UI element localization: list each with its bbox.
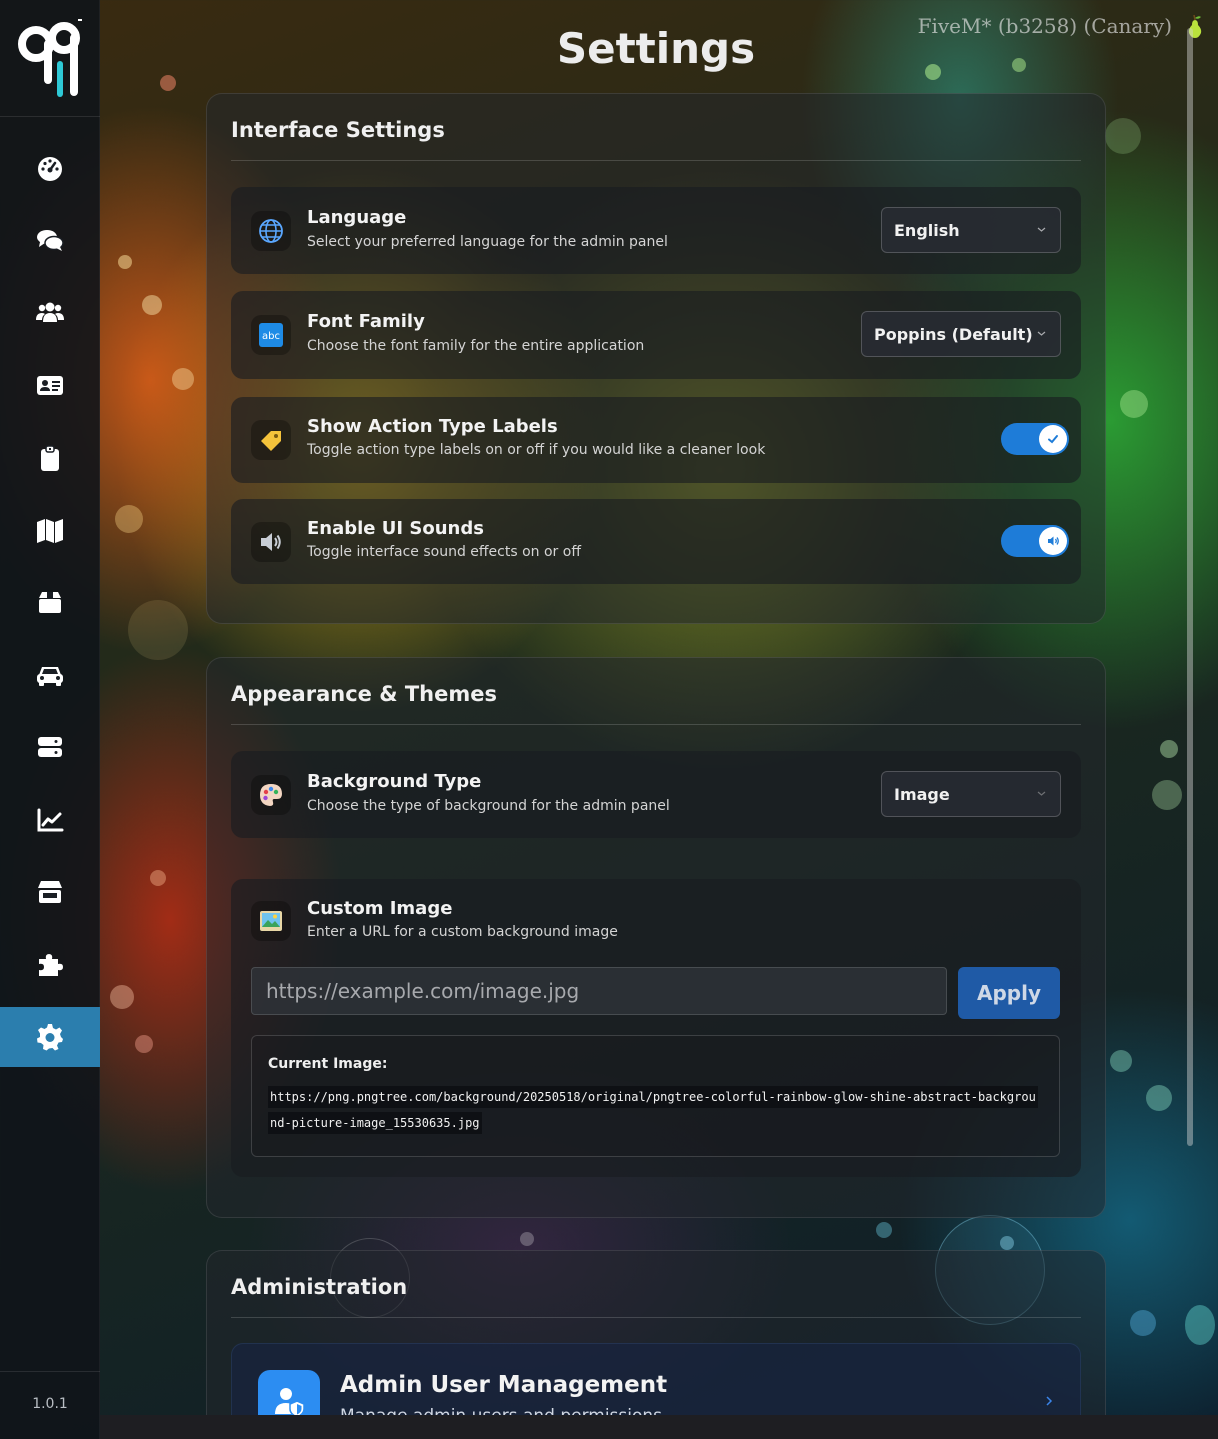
users-icon	[36, 302, 64, 322]
server-icon	[38, 737, 62, 757]
admin-user-management-title: Admin User Management	[340, 1372, 668, 1398]
action-labels-toggle[interactable]	[1001, 423, 1069, 455]
sidebar-item-inventory[interactable]	[0, 572, 100, 632]
sidebar: 1.0.1	[0, 0, 100, 1439]
sidebar-divider	[0, 116, 100, 117]
action-labels-setting-row: Show Action Type Labels Toggle action ty…	[231, 397, 1081, 483]
current-image-url-text: https://png.pngtree.com/background/20250…	[268, 1086, 1038, 1134]
page-title: Settings	[556, 24, 756, 73]
administration-panel: Administration Admin User Management Man…	[206, 1250, 1106, 1439]
tag-icon	[251, 420, 291, 460]
car-icon	[37, 667, 63, 686]
background-type-title: Background Type	[307, 771, 482, 792]
sidebar-item-plugins[interactable]	[0, 935, 100, 995]
sidebar-item-identity[interactable]	[0, 355, 100, 415]
panel-separator	[231, 160, 1081, 161]
ui-sounds-title: Enable UI Sounds	[307, 518, 484, 539]
action-labels-title: Show Action Type Labels	[307, 416, 558, 437]
app-logo[interactable]	[18, 18, 82, 98]
background-type-description: Choose the type of background for the ad…	[307, 798, 670, 814]
font-family-select-value: Poppins (Default)	[874, 324, 1033, 344]
clipboard-icon	[41, 445, 59, 471]
custom-image-url-input[interactable]	[251, 967, 947, 1015]
appearance-themes-panel: Appearance & Themes Background Type Choo…	[206, 657, 1106, 1218]
chart-line-icon	[37, 808, 64, 832]
language-title: Language	[307, 207, 407, 228]
font-family-description: Choose the font family for the entire ap…	[307, 338, 645, 354]
dashboard-icon	[38, 157, 62, 181]
background-type-setting-row: Background Type Choose the type of backg…	[231, 751, 1081, 838]
sidebar-bottom-divider	[0, 1371, 100, 1372]
font-family-select[interactable]: Poppins (Default)	[861, 311, 1061, 357]
language-description: Select your preferred language for the a…	[307, 234, 668, 250]
background-type-select-value: Image	[894, 784, 950, 804]
chat-icon	[37, 230, 64, 251]
chevron-down-icon	[1037, 791, 1046, 796]
chevron-down-icon	[1037, 227, 1046, 232]
image-icon	[251, 901, 291, 941]
ui-sounds-toggle[interactable]	[1001, 525, 1069, 557]
chevron-right-icon	[1046, 1396, 1053, 1406]
scrollbar[interactable]	[1187, 28, 1193, 1146]
language-select-value: English	[894, 220, 960, 240]
current-image-box: Current Image: https://png.pngtree.com/b…	[251, 1035, 1060, 1157]
sidebar-item-server[interactable]	[0, 717, 100, 777]
viewport-bottom-edge	[100, 1415, 1218, 1439]
background-type-select[interactable]: Image	[881, 771, 1061, 817]
chevron-down-icon	[1037, 331, 1046, 336]
speaker-icon	[251, 522, 291, 562]
language-setting-row: Language Select your preferred language …	[231, 187, 1081, 274]
panel-separator	[231, 1317, 1081, 1318]
map-icon	[37, 519, 63, 543]
puzzle-icon	[39, 954, 63, 976]
apply-image-button[interactable]: Apply	[958, 967, 1060, 1019]
id-card-icon	[37, 376, 63, 395]
check-icon	[1048, 435, 1058, 444]
custom-image-title: Custom Image	[307, 898, 453, 919]
sidebar-item-map[interactable]	[0, 500, 100, 560]
administration-title: Administration	[231, 1275, 408, 1299]
sidebar-item-players[interactable]	[0, 282, 100, 342]
custom-image-setting-row: Custom Image Enter a URL for a custom ba…	[231, 879, 1081, 1177]
svg-text:abc: abc	[262, 331, 280, 342]
panel-separator	[231, 724, 1081, 725]
current-image-label: Current Image:	[268, 1056, 388, 1072]
globe-icon	[251, 211, 291, 251]
interface-settings-panel: Interface Settings Language Select your …	[206, 93, 1106, 624]
ui-sounds-description: Toggle interface sound effects on or off	[307, 544, 581, 560]
font-family-setting-row: abc Font Family Choose the font family f…	[231, 291, 1081, 379]
palette-icon	[251, 775, 291, 815]
current-image-url: https://png.pngtree.com/background/20250…	[268, 1084, 1038, 1136]
sidebar-item-statistics[interactable]	[0, 790, 100, 850]
action-labels-description: Toggle action type labels on or off if y…	[307, 442, 766, 458]
font-abc-icon: abc	[251, 315, 291, 355]
app-version: 1.0.1	[32, 1396, 68, 1412]
sidebar-item-vehicles[interactable]	[0, 645, 100, 705]
gear-icon	[37, 1024, 63, 1051]
ui-sounds-setting-row: Enable UI Sounds Toggle interface sound …	[231, 499, 1081, 584]
sidebar-item-store[interactable]	[0, 862, 100, 922]
box-icon	[39, 592, 61, 613]
interface-settings-title: Interface Settings	[231, 118, 445, 142]
sidebar-item-reports[interactable]	[0, 428, 100, 488]
font-family-title: Font Family	[307, 311, 425, 332]
store-icon	[38, 881, 62, 903]
appearance-themes-title: Appearance & Themes	[231, 682, 497, 706]
sidebar-item-dashboard[interactable]	[0, 138, 100, 198]
build-info: FiveM* (b3258) (Canary)	[917, 14, 1172, 38]
sidebar-item-chat[interactable]	[0, 210, 100, 270]
volume-icon	[1048, 536, 1059, 546]
language-select[interactable]: English	[881, 207, 1061, 253]
sidebar-item-settings[interactable]	[0, 1007, 100, 1067]
custom-image-description: Enter a URL for a custom background imag…	[307, 924, 618, 940]
